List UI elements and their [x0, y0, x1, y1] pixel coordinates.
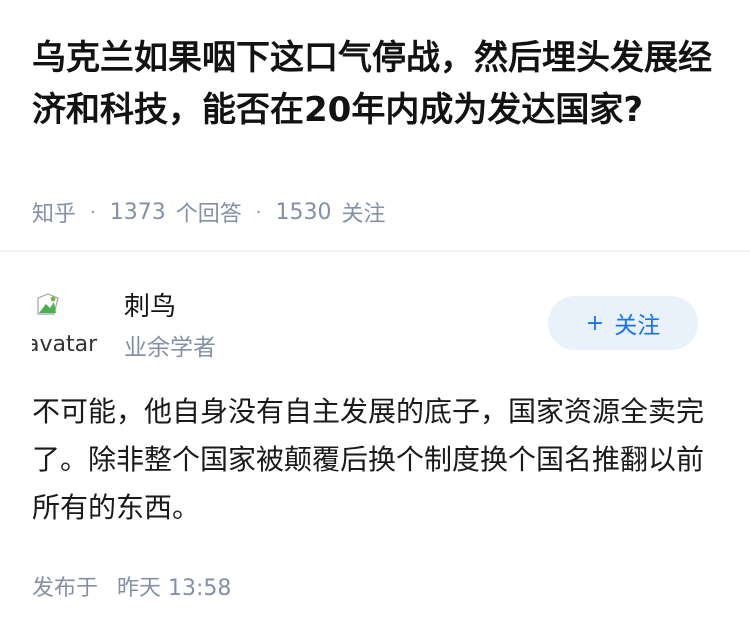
- source-label[interactable]: 知乎: [32, 196, 76, 228]
- question-meta: 知乎 · 1373 个回答 · 1530 关注: [32, 196, 386, 228]
- answer-timestamp: 发布于 昨天 13:58: [32, 570, 231, 602]
- answer-count: 1373: [109, 199, 166, 225]
- question-header: 乌克兰如果咽下这口气停战，然后埋头发展经济和科技，能否在20年内成为发达国家?: [32, 32, 722, 136]
- answer-count-label[interactable]: 个回答: [176, 196, 242, 228]
- avatar-alt-text: avatar: [32, 332, 98, 357]
- author-bio: 业余学者: [124, 335, 216, 361]
- meta-separator: ·: [255, 201, 262, 223]
- plus-icon: +: [585, 310, 605, 336]
- author-name[interactable]: 刺鸟: [124, 286, 176, 323]
- avatar[interactable]: avatar: [32, 290, 102, 360]
- follow-button[interactable]: + 关注: [548, 296, 698, 350]
- follow-button-label: 关注: [614, 313, 661, 339]
- follower-count: 1530: [275, 199, 332, 225]
- answer-content[interactable]: 不可能，他自身没有自主发展的底子，国家资源全卖完了。除非整个国家被颠覆后换个制度…: [32, 388, 712, 532]
- published-time: 昨天 13:58: [117, 576, 232, 601]
- follower-count-label[interactable]: 关注: [342, 196, 386, 228]
- broken-image-icon: [37, 293, 59, 315]
- question-title[interactable]: 乌克兰如果咽下这口气停战，然后埋头发展经济和科技，能否在20年内成为发达国家?: [32, 32, 722, 136]
- meta-separator: ·: [90, 201, 96, 223]
- answer-author: avatar 刺鸟 业余学者 + 关注: [32, 286, 718, 366]
- section-divider: [0, 250, 750, 252]
- published-label: 发布于: [32, 576, 99, 601]
